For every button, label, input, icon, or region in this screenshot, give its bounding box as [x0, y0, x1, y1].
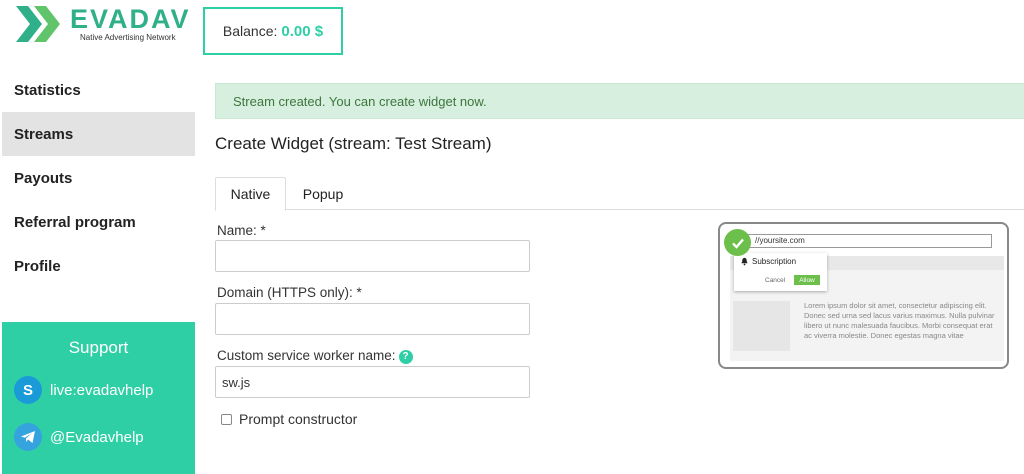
- support-telegram-link[interactable]: @Evadavhelp: [14, 422, 144, 452]
- preview-image-placeholder: [733, 301, 790, 351]
- preview-cancel-button: Cancel: [765, 277, 786, 284]
- logo-chevrons-icon: [16, 6, 60, 42]
- widget-preview: //yoursite.com Lorem ipsum dolor sit ame…: [718, 222, 1009, 369]
- svg-text:S: S: [23, 382, 33, 399]
- skype-icon: S: [14, 376, 42, 404]
- main-content: Stream created. You can create widget no…: [202, 68, 1024, 474]
- skype-handle: live:evadavhelp: [50, 381, 154, 399]
- support-skype-link[interactable]: S live:evadavhelp: [14, 375, 153, 405]
- balance-label: Balance:: [222, 23, 278, 39]
- worker-label-row: Custom service worker name:?: [217, 348, 413, 364]
- logo-tagline: Native Advertising Network: [80, 33, 176, 42]
- evadav-logo[interactable]: EVADAV Native Advertising Network: [14, 4, 189, 44]
- widget-tabs: Native Popup: [215, 177, 1024, 211]
- prompt-constructor-checkbox[interactable]: [221, 413, 232, 425]
- worker-input[interactable]: [215, 366, 530, 398]
- support-title: Support: [68, 338, 129, 357]
- sidebar-item-statistics[interactable]: Statistics: [2, 68, 195, 112]
- header: EVADAV Native Advertising Network Balanc…: [0, 0, 1024, 68]
- name-label: Name: *: [217, 223, 266, 238]
- success-alert: Stream created. You can create widget no…: [215, 83, 1024, 119]
- balance-value: 0.00 $: [281, 22, 324, 40]
- sidebar-item-streams[interactable]: Streams: [2, 112, 195, 156]
- checkmark-icon: [724, 229, 751, 256]
- domain-label: Domain (HTTPS only): *: [217, 285, 362, 300]
- sidebar-item-referral[interactable]: Referral program: [2, 200, 195, 244]
- tab-popup[interactable]: Popup: [288, 177, 358, 211]
- preview-url-bar: //yoursite.com: [746, 234, 992, 248]
- preview-subscription-popup: Subscription Cancel Allow: [734, 253, 827, 291]
- help-icon[interactable]: ?: [398, 349, 413, 364]
- sidebar-item-profile[interactable]: Profile: [2, 244, 195, 288]
- tab-native[interactable]: Native: [215, 177, 286, 211]
- worker-label: Custom service worker name:: [217, 348, 396, 363]
- telegram-icon: [14, 423, 42, 451]
- telegram-handle: @Evadavhelp: [50, 428, 144, 446]
- logo-text: EVADAV: [70, 4, 191, 34]
- bell-icon: [741, 257, 748, 266]
- preview-subscription-row: Subscription: [740, 257, 796, 266]
- page-title: Create Widget (stream: Test Stream): [215, 134, 492, 153]
- preview-body-text: Lorem ipsum dolor sit amet, consectetur …: [804, 301, 995, 340]
- balance-box: Balance: 0.00 $: [203, 7, 343, 55]
- domain-input[interactable]: [215, 303, 530, 335]
- sidebar: Statistics Streams Payouts Referral prog…: [0, 68, 195, 474]
- preview-subscription-label: Subscription: [752, 257, 797, 266]
- prompt-constructor-label: Prompt constructor: [239, 411, 358, 427]
- support-panel: Support S live:evadavhelp @Evadavhelp: [2, 322, 195, 474]
- prompt-constructor-row[interactable]: Prompt constructor: [221, 411, 357, 427]
- preview-allow-button: Allow: [794, 275, 820, 285]
- sidebar-item-payouts[interactable]: Payouts: [2, 156, 195, 200]
- name-input[interactable]: [215, 240, 530, 272]
